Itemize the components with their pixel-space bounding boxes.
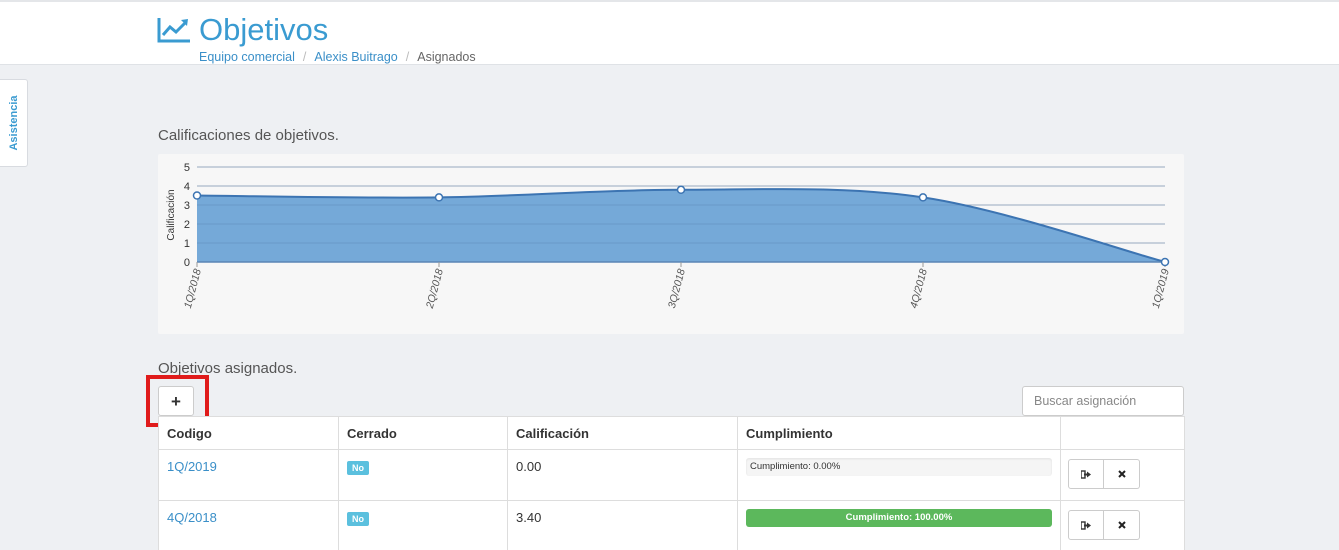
chart-section-title: Calificaciones de objetivos. [158, 127, 339, 144]
progress-label: Cumplimiento: 100.00% [845, 512, 953, 523]
column-header-cumplimiento[interactable]: Cumplimiento [737, 416, 1061, 450]
y-tick-label: 2 [184, 219, 190, 231]
data-point [676, 185, 686, 195]
x-tick-label: 1Q/2019 [1150, 268, 1172, 310]
cell-calificacion: 3.40 [507, 500, 738, 550]
close-icon [1117, 521, 1126, 529]
breadcrumb-current: Asignados [417, 50, 476, 64]
assignments-table: Codigo Cerrado Calificación Cumplimiento… [158, 416, 1185, 550]
row-code-link[interactable]: 1Q/2019 [167, 459, 217, 474]
open-assignment-button[interactable] [1068, 510, 1104, 540]
breadcrumb-separator: / [405, 50, 410, 64]
cell-cumplimiento: Cumplimiento: 100.00% [737, 500, 1061, 550]
column-header-actions [1060, 416, 1185, 450]
page-header: Objetivos Equipo comercial / Alexis Buit… [0, 2, 1339, 65]
x-tick-label: 2Q/2018 [424, 268, 446, 311]
y-tick-label: 3 [184, 200, 190, 212]
cell-codigo: 1Q/2019 [158, 449, 339, 501]
data-point [434, 193, 444, 202]
data-point [918, 193, 928, 202]
y-tick-label: 5 [184, 162, 190, 174]
data-point [1160, 257, 1170, 267]
x-tick-label: 4Q/2018 [908, 268, 930, 310]
side-tab-label: Asistencia [7, 95, 20, 151]
side-tab-asistencia[interactable]: Asistencia [0, 79, 28, 167]
x-tick-label: 1Q/2018 [182, 268, 204, 310]
ratings-chart: 0 1 2 3 4 5 Calificación 1Q/2018 2Q/2018 3Q/2018 4… [166, 162, 1172, 311]
cell-codigo: 4Q/2018 [158, 500, 339, 550]
status-badge: No [347, 461, 369, 475]
page-title: Objetivos [199, 12, 329, 47]
sign-out-icon [1081, 520, 1091, 530]
close-icon [1117, 470, 1126, 478]
breadcrumb-equipo-comercial[interactable]: Equipo comercial [199, 50, 295, 64]
table-row: 1Q/2019 No 0.00 Cumplimiento: 0.00% [158, 449, 1185, 501]
y-tick-label: 4 [184, 181, 190, 193]
row-code-link[interactable]: 4Q/2018 [167, 510, 217, 525]
cell-actions [1060, 449, 1185, 501]
y-tick-label: 1 [184, 238, 190, 250]
status-badge: No [347, 512, 369, 526]
delete-assignment-button[interactable] [1104, 459, 1140, 489]
column-header-codigo[interactable]: Codigo [158, 416, 339, 450]
row-actions [1068, 510, 1176, 540]
open-assignment-button[interactable] [1068, 459, 1104, 489]
breadcrumb-separator: / [302, 50, 307, 64]
table-row: 4Q/2018 No 3.40 Cumplimiento: 100.00% [158, 500, 1185, 550]
progress-label: Cumplimiento: 0.00% [750, 461, 841, 472]
cell-actions [1060, 500, 1185, 550]
breadcrumb: Equipo comercial / Alexis Buitrago / Asi… [199, 50, 476, 64]
row-actions [1068, 459, 1176, 489]
title-wrap: Objetivos [157, 12, 328, 48]
y-tick-label: 0 [184, 257, 190, 269]
data-point [192, 191, 202, 200]
column-header-cerrado[interactable]: Cerrado [338, 416, 508, 450]
cell-cumplimiento: Cumplimiento: 0.00% [737, 449, 1061, 501]
cell-cerrado: No [338, 500, 508, 550]
chart-panel: 0 1 2 3 4 5 Calificación 1Q/2018 2Q/2018 3Q/2018 4… [158, 154, 1184, 334]
table-header-row: Codigo Cerrado Calificación Cumplimiento [158, 416, 1185, 450]
series-area [197, 189, 1165, 262]
chart-line-icon [157, 18, 190, 43]
column-header-calificacion[interactable]: Calificación [507, 416, 738, 450]
progress-bar: Cumplimiento: 0.00% [746, 458, 1052, 476]
x-tick-label: 3Q/2018 [666, 268, 688, 310]
add-assignment-button[interactable]: + [158, 386, 194, 416]
delete-assignment-button[interactable] [1104, 510, 1140, 540]
sign-out-icon [1081, 469, 1091, 479]
progress-bar: Cumplimiento: 100.00% [746, 509, 1052, 527]
cell-calificacion: 0.00 [507, 449, 738, 501]
cell-cerrado: No [338, 449, 508, 501]
breadcrumb-alexis-buitrago[interactable]: Alexis Buitrago [314, 50, 397, 64]
search-assignment-input[interactable] [1022, 386, 1184, 416]
assignments-section-title: Objetivos asignados. [158, 360, 298, 377]
y-axis-label: Calificación [166, 189, 177, 240]
